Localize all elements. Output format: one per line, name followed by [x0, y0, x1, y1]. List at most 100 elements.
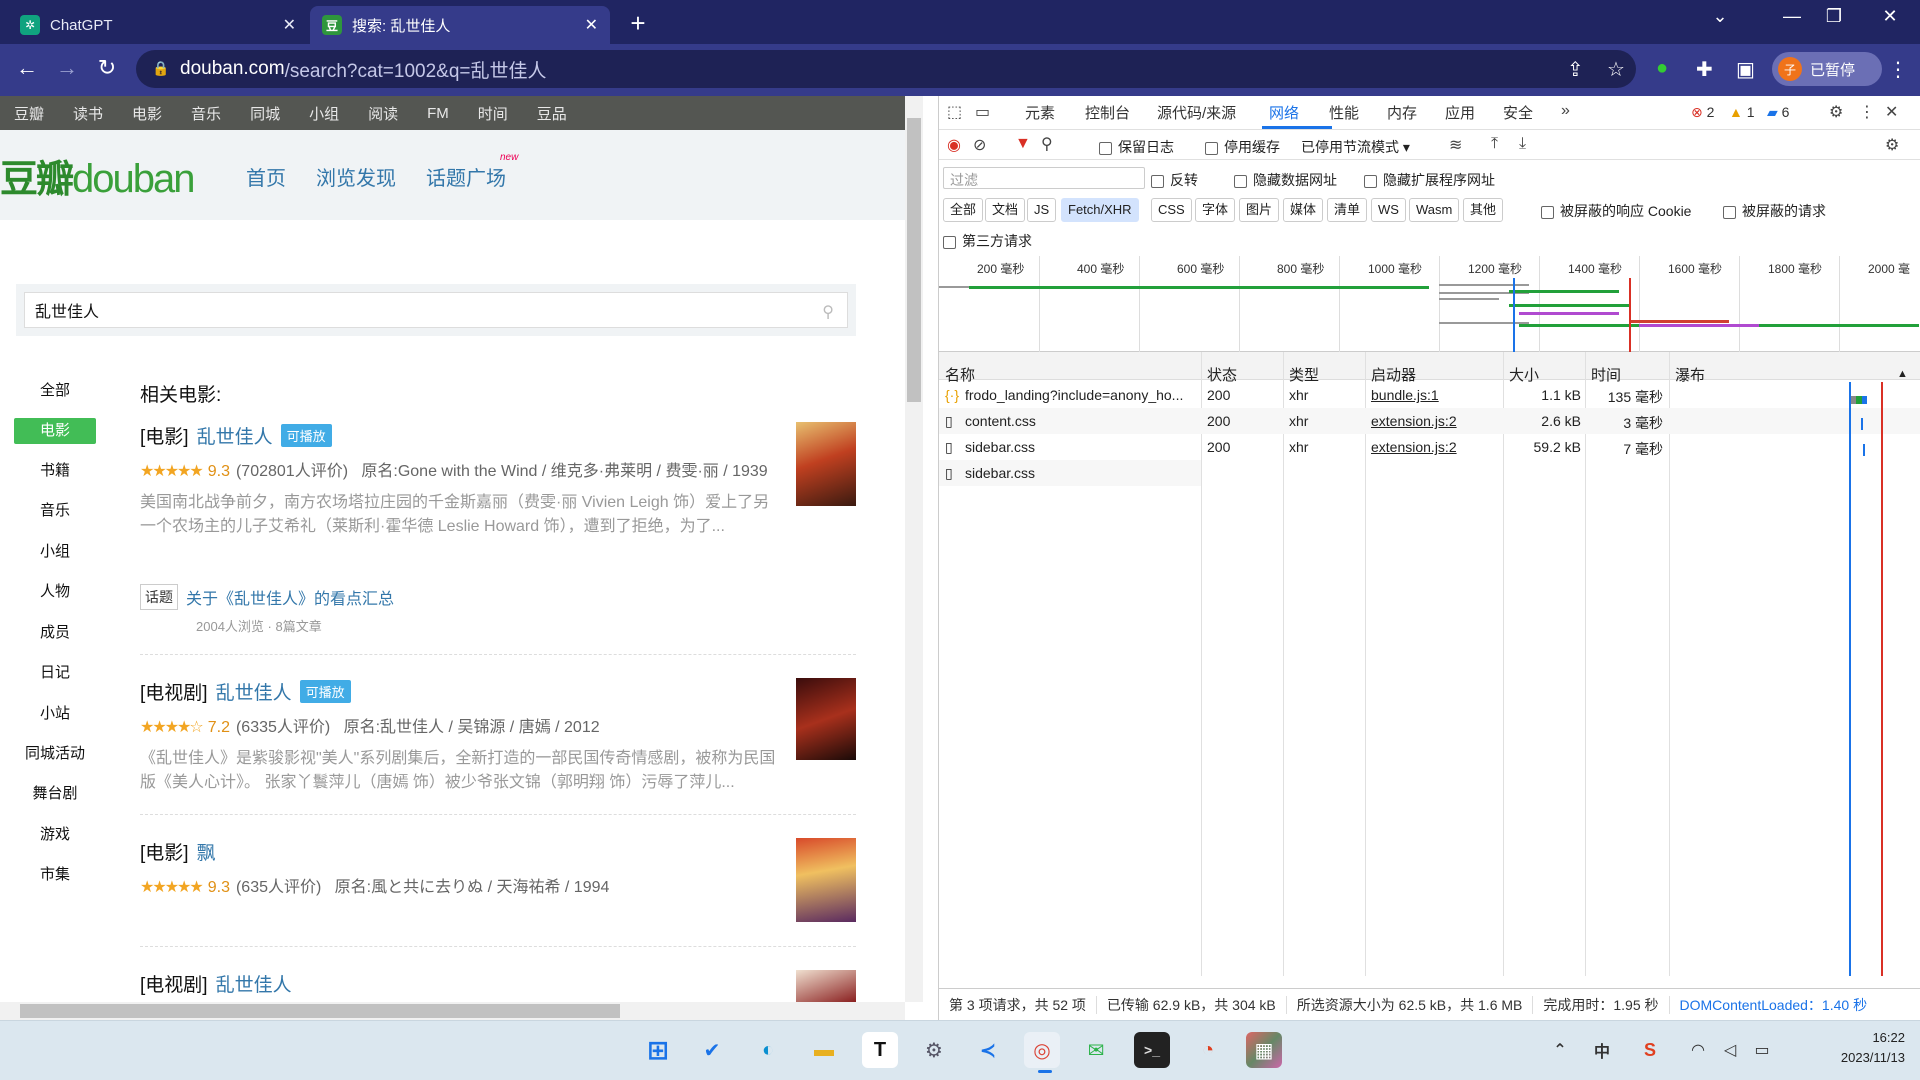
photo-app-icon[interactable]: ▦: [1246, 1032, 1282, 1068]
topnav-item[interactable]: 阅读: [368, 103, 398, 124]
close-tab-icon[interactable]: ✕: [585, 15, 598, 35]
filter-chip-js[interactable]: JS: [1027, 198, 1057, 222]
import-har-icon[interactable]: ⤒: [1491, 135, 1498, 153]
tab-performance[interactable]: 性能: [1329, 102, 1359, 123]
tab-douban-search[interactable]: 豆 搜索: 乱世佳人 ✕: [310, 6, 610, 44]
poster-image[interactable]: [796, 970, 856, 1002]
filter-chip-css[interactable]: CSS: [1151, 198, 1192, 222]
tab-memory[interactable]: 内存: [1387, 102, 1417, 123]
request-initiator[interactable]: extension.js:2: [1371, 439, 1457, 455]
device-toolbar-icon[interactable]: ▭: [975, 102, 990, 122]
filter-chip-media[interactable]: 媒体: [1283, 198, 1324, 222]
filter-chip-all[interactable]: 全部: [943, 198, 984, 222]
tray-overflow-icon[interactable]: ⌃: [1542, 1032, 1578, 1068]
battery-icon[interactable]: ▭: [1744, 1032, 1780, 1068]
tab-chatgpt[interactable]: ✲ ChatGPT ✕: [8, 6, 308, 44]
wechat-icon[interactable]: ✉: [1078, 1032, 1114, 1068]
category-group[interactable]: 小组: [14, 539, 96, 565]
topnav-item[interactable]: 豆瓣: [14, 103, 44, 124]
system-clock[interactable]: 16:22 2023/11/13: [1785, 1028, 1905, 1068]
topnav-item[interactable]: 电影: [132, 103, 162, 124]
sort-up-icon[interactable]: ▲: [1897, 368, 1908, 380]
request-name[interactable]: content.css: [965, 413, 1036, 429]
browser-icon[interactable]: ◔: [1190, 1032, 1226, 1068]
request-initiator[interactable]: bundle.js:1: [1371, 387, 1439, 403]
forward-button[interactable]: →: [52, 55, 82, 81]
message-icon[interactable]: ▰ 6: [1767, 104, 1789, 121]
request-name[interactable]: sidebar.css: [965, 465, 1035, 481]
request-initiator[interactable]: extension.js:2: [1371, 413, 1457, 429]
category-person[interactable]: 人物: [14, 579, 96, 605]
new-tab-button[interactable]: +: [622, 8, 654, 40]
file-explorer-icon[interactable]: ▬: [806, 1032, 842, 1068]
todo-icon[interactable]: ✔: [694, 1032, 730, 1068]
ime-indicator[interactable]: 中: [1584, 1032, 1620, 1068]
result-title-link[interactable]: 乱世佳人: [197, 422, 273, 449]
scrollbar-thumb[interactable]: [20, 1004, 620, 1018]
export-har-icon[interactable]: ⤓: [1519, 135, 1526, 153]
category-drama[interactable]: 舞台剧: [14, 781, 96, 807]
hide-data-urls-checkbox[interactable]: 隐藏数据网址: [1234, 170, 1337, 190]
topnav-item[interactable]: 读书: [73, 103, 103, 124]
poster-image[interactable]: [796, 678, 856, 760]
topnav-item[interactable]: 同城: [250, 103, 280, 124]
filter-chip-other[interactable]: 其他: [1463, 198, 1504, 222]
topnav-item[interactable]: 时间: [478, 103, 508, 124]
filter-chip-ws[interactable]: WS: [1371, 198, 1406, 222]
extension-icon[interactable]: ●: [1656, 57, 1668, 80]
result-title-link[interactable]: 飘: [197, 838, 216, 865]
back-button[interactable]: ←: [12, 55, 42, 81]
nav-home[interactable]: 首页: [246, 162, 286, 191]
request-name[interactable]: frodo_landing?include=anony_ho...: [965, 387, 1183, 403]
category-diary[interactable]: 日记: [14, 660, 96, 686]
filter-input[interactable]: 过滤: [943, 167, 1145, 189]
category-market[interactable]: 市集: [14, 862, 96, 888]
chrome-menu-icon[interactable]: ⋮: [1888, 57, 1908, 82]
invert-checkbox[interactable]: 反转: [1151, 170, 1198, 190]
typora-icon[interactable]: T: [862, 1032, 898, 1068]
category-site[interactable]: 小站: [14, 701, 96, 727]
topnav-item[interactable]: 豆品: [537, 103, 567, 124]
record-icon[interactable]: ◉: [947, 135, 961, 155]
tab-search-icon[interactable]: ⌄: [1700, 6, 1740, 27]
poster-image[interactable]: [796, 422, 856, 506]
inspect-element-icon[interactable]: ⬚: [947, 102, 962, 122]
close-devtools-icon[interactable]: ✕: [1885, 102, 1898, 122]
category-game[interactable]: 游戏: [14, 822, 96, 848]
minimize-button[interactable]: —: [1772, 6, 1812, 27]
topic-link[interactable]: 关于《乱世佳人》的看点汇总: [186, 585, 394, 609]
playable-badge[interactable]: 可播放: [280, 424, 332, 447]
filter-icon[interactable]: ▼: [1015, 135, 1031, 153]
volume-icon[interactable]: ◁: [1712, 1032, 1748, 1068]
filter-chip-wasm[interactable]: Wasm: [1409, 198, 1460, 222]
settings-icon[interactable]: ⚙: [916, 1032, 952, 1068]
search-input[interactable]: 乱世佳人: [24, 292, 848, 328]
error-icon[interactable]: ⊗ 2: [1691, 104, 1714, 121]
result-title-link[interactable]: 乱世佳人: [216, 678, 292, 705]
chrome-icon[interactable]: ◎: [1024, 1032, 1060, 1068]
topnav-item[interactable]: FM: [427, 105, 449, 122]
blocked-cookies-checkbox[interactable]: 被屏蔽的响应 Cookie: [1541, 201, 1691, 221]
edge-icon[interactable]: ◐: [750, 1032, 786, 1068]
close-tab-icon[interactable]: ✕: [283, 15, 296, 35]
network-overview-timeline[interactable]: 200 毫秒 400 毫秒 600 毫秒 800 毫秒 1000 毫秒 1200…: [939, 256, 1920, 352]
disable-cache-checkbox[interactable]: 停用缓存: [1205, 137, 1280, 157]
preserve-log-checkbox[interactable]: 保留日志: [1099, 137, 1174, 157]
vscode-icon[interactable]: ≺: [970, 1032, 1006, 1068]
extensions-puzzle-icon[interactable]: ✚: [1696, 57, 1713, 82]
topnav-item[interactable]: 音乐: [191, 103, 221, 124]
profile-paused-button[interactable]: 子 已暂停: [1772, 52, 1882, 86]
address-bar[interactable]: 🔒 douban.com/search?cat=1002&q=乱世佳人: [136, 50, 1636, 88]
category-events[interactable]: 同城活动: [14, 741, 96, 767]
clear-icon[interactable]: ⊘: [973, 135, 986, 155]
nav-topics[interactable]: 话题广场: [426, 162, 506, 191]
warning-icon[interactable]: ▲ 1: [1729, 104, 1755, 120]
poster-image[interactable]: [796, 838, 856, 922]
tab-application[interactable]: 应用: [1445, 102, 1475, 123]
throttle-select[interactable]: 已停用节流模式 ▾: [1301, 137, 1410, 157]
share-icon[interactable]: ⇪: [1567, 57, 1584, 82]
search-icon[interactable]: ⚲: [1041, 134, 1053, 154]
terminal-icon[interactable]: >_: [1134, 1032, 1170, 1068]
filter-chip-manifest[interactable]: 清单: [1327, 198, 1368, 222]
more-tabs-icon[interactable]: »: [1561, 102, 1570, 120]
